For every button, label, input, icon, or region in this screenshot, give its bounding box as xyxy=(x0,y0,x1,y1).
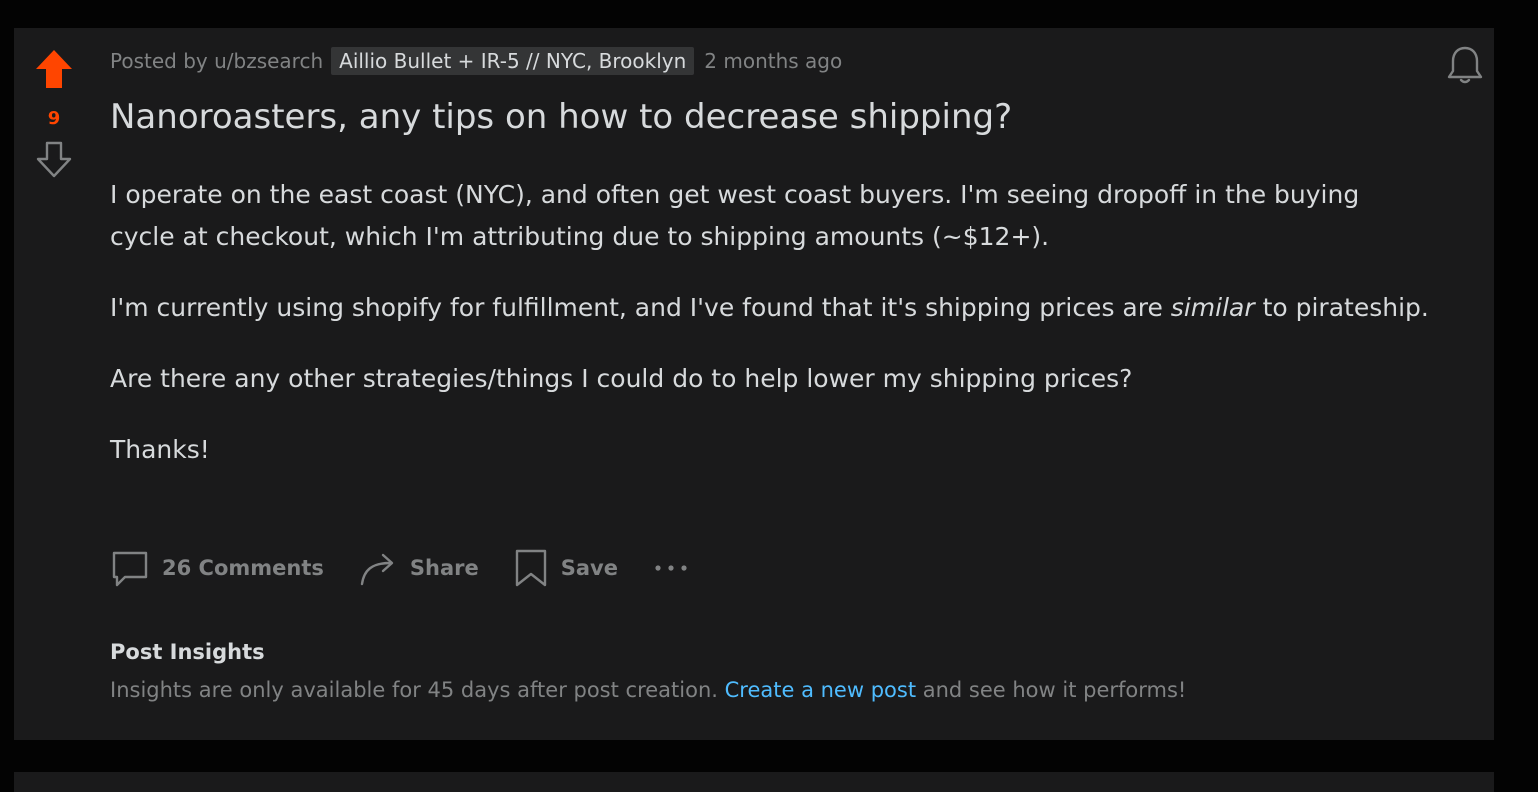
post-card: 9 Posted by u/bzsearch Aillio Bullet + I… xyxy=(14,28,1494,740)
insights-heading: Post Insights xyxy=(110,640,265,664)
post-timestamp[interactable]: 2 months ago xyxy=(704,49,842,73)
downvote-arrow-icon xyxy=(36,141,72,178)
comments-label: 26 Comments xyxy=(162,556,324,580)
next-post-card xyxy=(14,772,1494,792)
save-label: Save xyxy=(560,556,618,580)
body-paragraph: Thanks! xyxy=(110,435,210,464)
downvote-button[interactable] xyxy=(34,140,74,184)
body-paragraph: I operate on the east coast (NYC), and o… xyxy=(110,180,1360,251)
save-button[interactable]: Save xyxy=(513,548,618,588)
create-post-link[interactable]: Create a new post xyxy=(725,678,916,702)
comments-button[interactable]: 26 Comments xyxy=(110,548,324,588)
share-button[interactable]: Share xyxy=(358,548,479,588)
comment-icon xyxy=(112,551,148,587)
upvote-arrow-icon xyxy=(36,50,72,88)
body-paragraph: Are there any other strategies/things I … xyxy=(110,364,1133,393)
user-flair: Aillio Bullet + IR-5 // NYC, Brooklyn xyxy=(331,47,695,75)
post-title[interactable]: Nanoroasters, any tips on how to decreas… xyxy=(110,94,1012,140)
insights-message: Insights are only available for 45 days … xyxy=(110,678,1187,702)
notification-button[interactable] xyxy=(1444,44,1486,90)
more-icon xyxy=(655,565,687,571)
bell-icon xyxy=(1447,46,1483,84)
posted-by-link[interactable]: Posted by u/bzsearch xyxy=(110,49,323,73)
vote-score: 9 xyxy=(47,108,61,129)
body-paragraph: I'm currently using shopify for fulfillm… xyxy=(110,293,1429,322)
more-options-button[interactable] xyxy=(654,563,688,573)
upvote-button[interactable] xyxy=(34,48,74,94)
post-meta: Posted by u/bzsearch Aillio Bullet + IR-… xyxy=(110,45,842,77)
post-actions-bar: 26 Comments Share Save xyxy=(110,546,688,590)
share-label: Share xyxy=(409,556,479,580)
vote-column: 9 xyxy=(34,48,74,184)
post-body: I operate on the east coast (NYC), and o… xyxy=(110,174,1430,500)
emphasis-text: similar xyxy=(1170,293,1255,322)
share-icon xyxy=(360,553,394,586)
bookmark-icon xyxy=(515,549,546,587)
